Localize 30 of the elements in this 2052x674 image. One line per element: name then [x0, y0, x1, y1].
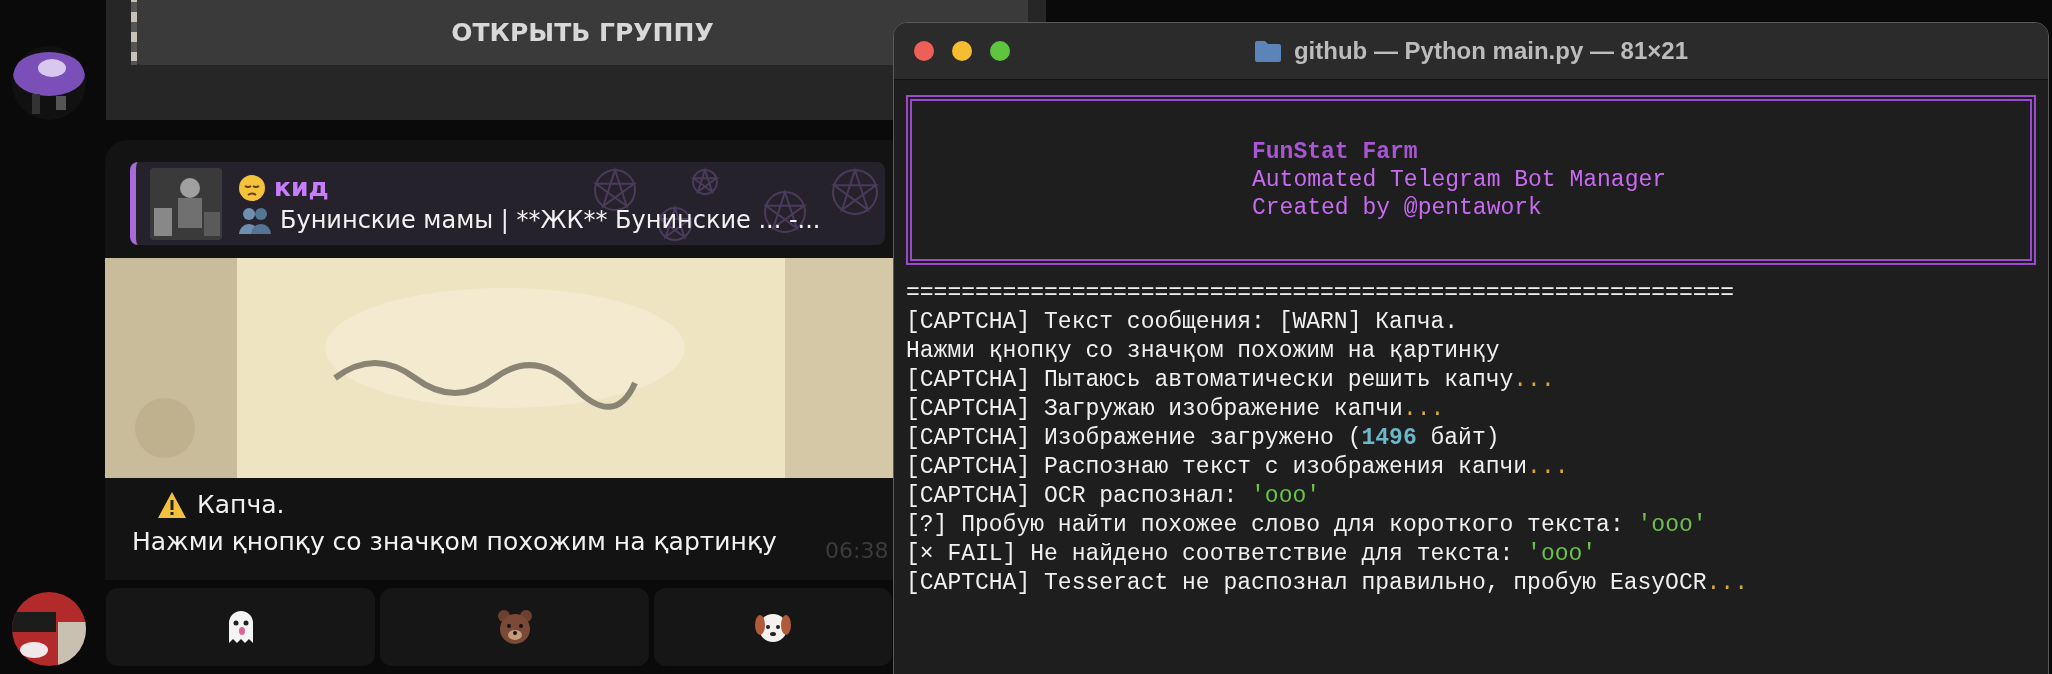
banner-text: FunStat Farm — [1252, 138, 1419, 166]
zoom-button[interactable] — [990, 41, 1010, 61]
people-icon — [238, 206, 272, 234]
folder-icon — [1253, 39, 1282, 63]
terminal-line: [CAPTCHA] Изображение загружено (1496 байт) — [906, 424, 1501, 453]
close-button[interactable] — [914, 41, 934, 61]
banner-text: Automated Telegram Bot Manager — [1252, 166, 1668, 194]
terminal-line: [CAPTCHA] Текст сообщения: [WARN] Капча. — [906, 308, 1460, 337]
reply-text: Бунинские мамы | **ЖК** Бунинские ... -... — [280, 206, 821, 234]
terminal-line: ============================================================ — [906, 279, 1736, 308]
emoji-face-icon — [238, 173, 266, 202]
terminal-line: [CAPTCHA] Распознаю текст с изображения капчи... — [906, 453, 1570, 482]
inline-keyboard-button[interactable] — [654, 588, 892, 666]
terminal-line: [CAPTCHA] Tesseract не распознал правильно, пробую EasyOCR... — [906, 569, 1749, 598]
reply-author: кид — [274, 173, 329, 202]
reply-preview[interactable]: кид Бунинские мамы | **ЖК** Бунинские ... -... — [130, 162, 885, 245]
terminal-line: [CAPTCHA] Пытаюсь автоматически решить капчу... — [906, 366, 1556, 395]
terminal-line: [CAPTCHA] OCR распознал: 'ooo' — [906, 482, 1322, 511]
terminal-line: [CAPTCHA] Загружаю изображение капчи... — [906, 395, 1446, 424]
terminal-line: [?] Пробую найти похожее слово для короткого текста: 'ooo' — [906, 511, 1708, 540]
inline-keyboard-button[interactable] — [106, 588, 375, 666]
caption-text: Нажми қнопқу со значқом похожим на қартинқу — [132, 527, 777, 556]
banner-text: Created by @pentawork — [1252, 194, 1543, 222]
terminal-line: Нажми қнопқу со значқом похожим на қартинқу — [906, 337, 1501, 366]
terminal-line: [× FAIL] Не найдено соответствие для текста: 'ooo' — [906, 540, 1598, 569]
window-title: github — Python main.py — 81×21 — [1293, 37, 1689, 65]
minimize-button[interactable] — [952, 41, 972, 61]
open-group-button[interactable]: ОТКРЫТЬ ГРУППУ — [131, 0, 1028, 65]
warning-icon — [157, 490, 187, 519]
caption-title: Капча. — [197, 490, 285, 519]
